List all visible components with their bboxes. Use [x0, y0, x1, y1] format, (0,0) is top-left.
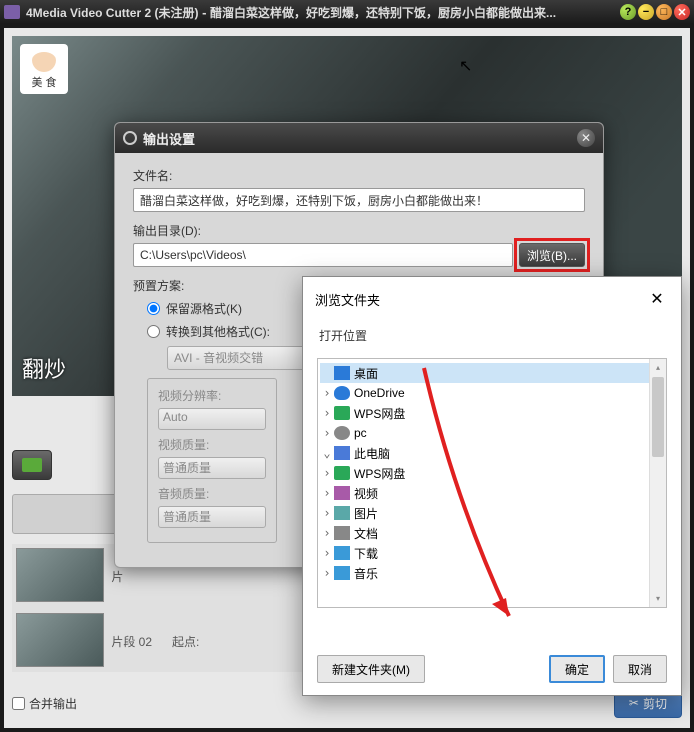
tree-node-thispc[interactable]: ⌄此电脑: [320, 443, 664, 463]
browse-folder-dialog: 浏览文件夹 ✕ 打开位置 桌面 ›OneDrive ›WPS网盘 ›pc ⌄此电…: [302, 276, 682, 696]
clip-label: 片段 02 起点:: [111, 633, 199, 650]
cancel-button[interactable]: 取消: [613, 655, 667, 683]
audio-quality-select[interactable]: 普通质量: [158, 506, 266, 528]
folder-tree[interactable]: 桌面 ›OneDrive ›WPS网盘 ›pc ⌄此电脑 ›WPS网盘 ›视频 …: [317, 358, 667, 608]
combine-output-checkbox[interactable]: 合并输出: [12, 695, 77, 712]
scroll-down-icon[interactable]: ▾: [650, 590, 666, 607]
ok-button[interactable]: 确定: [549, 655, 605, 683]
scroll-thumb[interactable]: [652, 377, 664, 457]
quality-group: 视频分辨率: Auto 视频质量: 普通质量 音频质量: 普通质量: [147, 378, 277, 543]
tree-node-user[interactable]: ›pc: [320, 423, 664, 443]
dialog-close-button[interactable]: ✕: [577, 129, 595, 147]
tree-node-wps[interactable]: ›WPS网盘: [320, 403, 664, 423]
user-icon: [334, 426, 350, 440]
music-folder-icon: [334, 566, 350, 580]
help-button[interactable]: ?: [620, 4, 636, 20]
dialog-titlebar[interactable]: 输出设置 ✕: [115, 123, 603, 153]
tree-node-downloads[interactable]: ›下载: [320, 543, 664, 563]
outdir-label: 输出目录(D):: [133, 222, 585, 239]
video-subtitle: 翻炒: [22, 352, 66, 384]
tree-scrollbar[interactable]: ▴ ▾: [649, 359, 666, 607]
outdir-input[interactable]: [133, 243, 513, 267]
folder-icon: [22, 458, 42, 472]
window-title: 4Media Video Cutter 2 (未注册) - 醋溜白菜这样做，好吃…: [26, 4, 620, 21]
clip-thumbnail[interactable]: [16, 548, 104, 602]
clip-label: 片: [111, 568, 123, 585]
documents-folder-icon: [334, 526, 350, 540]
video-folder-icon: [334, 486, 350, 500]
filename-input[interactable]: [133, 188, 585, 212]
minimize-button[interactable]: −: [638, 4, 654, 20]
app-icon: [4, 5, 20, 19]
scroll-up-icon[interactable]: ▴: [650, 359, 666, 376]
open-folder-button[interactable]: [12, 450, 52, 480]
tree-node-video[interactable]: ›视频: [320, 483, 664, 503]
tree-node-pictures[interactable]: ›图片: [320, 503, 664, 523]
filename-label: 文件名:: [133, 167, 585, 184]
browse-dialog-title: 浏览文件夹: [315, 290, 645, 309]
channel-badge: 美 食: [20, 44, 68, 94]
app-titlebar: 4Media Video Cutter 2 (未注册) - 醋溜白菜这样做，好吃…: [0, 0, 694, 24]
tree-node-onedrive[interactable]: ›OneDrive: [320, 383, 664, 403]
wps-icon: [334, 466, 350, 480]
gear-icon: [123, 131, 137, 145]
scissors-icon: ✂: [629, 696, 639, 710]
pc-icon: [334, 446, 350, 460]
clip-thumbnail[interactable]: [16, 613, 104, 667]
browse-close-button[interactable]: ✕: [645, 287, 669, 311]
tree-node-desktop[interactable]: 桌面: [320, 363, 664, 383]
new-folder-button[interactable]: 新建文件夹(M): [317, 655, 425, 683]
browse-highlight: 浏览(B)...: [514, 238, 590, 272]
wps-icon: [334, 406, 350, 420]
browse-subtitle: 打开位置: [303, 321, 681, 354]
tree-node-wps2[interactable]: ›WPS网盘: [320, 463, 664, 483]
desktop-icon: [334, 366, 350, 380]
close-button[interactable]: ✕: [674, 4, 690, 20]
tree-node-music[interactable]: ›音乐: [320, 563, 664, 583]
downloads-folder-icon: [334, 546, 350, 560]
cloud-icon: [334, 386, 350, 400]
video-quality-select[interactable]: 普通质量: [158, 457, 266, 479]
tree-node-documents[interactable]: ›文档: [320, 523, 664, 543]
resolution-select[interactable]: Auto: [158, 408, 266, 430]
browse-button[interactable]: 浏览(B)...: [519, 243, 585, 267]
pictures-folder-icon: [334, 506, 350, 520]
maximize-button[interactable]: □: [656, 4, 672, 20]
